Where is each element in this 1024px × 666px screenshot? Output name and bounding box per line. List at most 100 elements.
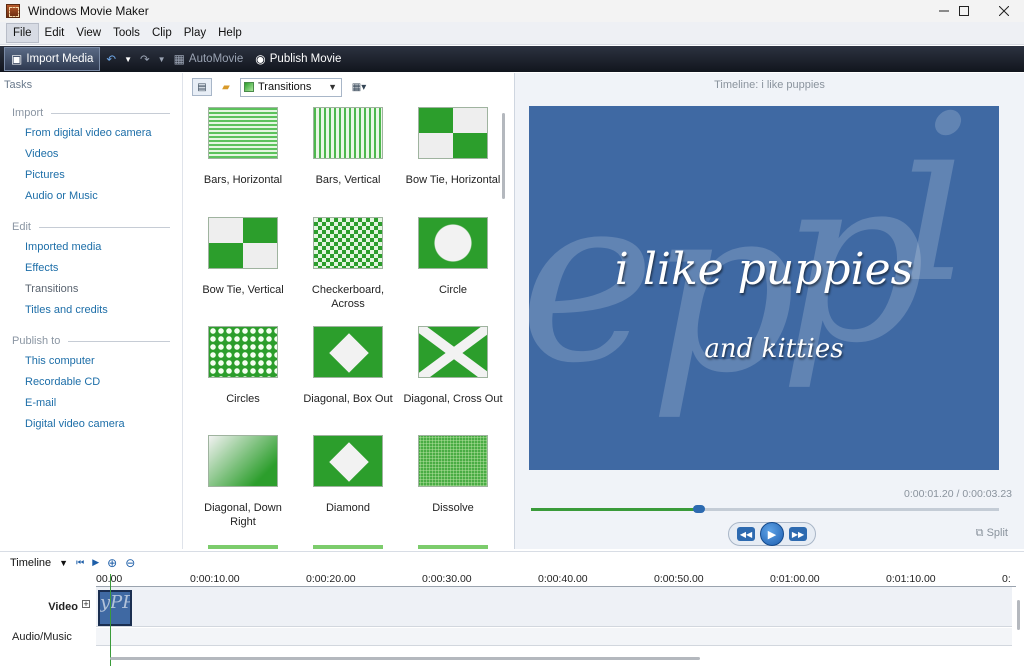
split-label: Split [986,527,1008,539]
time-readout: 0:00:01.20 / 0:00:03.23 [903,488,1012,500]
transition-tile[interactable]: Diamond [295,435,401,515]
transition-label: Dissolve [432,502,474,514]
transition-label: Circles [226,393,260,405]
shape [329,333,369,373]
import-icon: ▣ [11,52,23,66]
divider [38,226,170,228]
chevron-down-icon[interactable]: ▼ [59,558,68,568]
timeline-vertical-scrollbar[interactable] [1017,600,1020,630]
play-button[interactable]: ▶ [760,522,784,546]
transition-tile[interactable]: Bars, Vertical [295,107,401,187]
transition-tile[interactable]: Checkerboard, Across [295,217,401,311]
transition-tile[interactable]: Circles [190,326,296,406]
rewind-timeline-icon[interactable]: ⏮ [76,557,84,568]
details-view-button[interactable]: ▤ [192,78,212,96]
transition-thumbnail [313,435,383,487]
tasks-pane: Tasks Import From digital video camera V… [0,73,183,549]
maximize-button[interactable] [944,0,984,22]
menu-tools[interactable]: Tools [107,24,146,42]
publish-movie-button[interactable]: ◉ Publish Movie [249,47,347,71]
task-titles-credits[interactable]: Titles and credits [25,300,182,321]
menu-edit[interactable]: Edit [39,24,71,42]
playback-controls: ◀◀ ▶ ▶▶ [728,522,816,546]
expand-icon[interactable]: + [82,600,90,609]
import-media-button[interactable]: ▣ Import Media [4,47,101,71]
transition-thumbnail [418,326,488,378]
transition-thumbnail [313,217,383,269]
section-import: Import [12,107,182,119]
timeline-label[interactable]: Timeline [10,557,51,569]
transition-label: Bow Tie, Horizontal [405,174,501,186]
gallery-scrollbar[interactable] [502,113,505,199]
transition-thumbnail [313,326,383,378]
task-audio-music[interactable]: Audio or Music [25,186,182,207]
view-options-button[interactable]: ▦▾ [346,78,372,96]
automovie-button[interactable]: ▦ AutoMovie [168,47,250,71]
ruler-tick: 0: [1002,573,1011,585]
split-button[interactable]: ⧉ Split [976,527,1008,540]
undo-dropdown[interactable]: ▼ [122,47,134,71]
next-frame-button[interactable]: ▶▶ [789,527,807,541]
timeline-scrollbar[interactable] [110,657,700,660]
divider [68,340,170,342]
close-button[interactable] [984,0,1024,22]
menu-help[interactable]: Help [212,24,248,42]
transition-tile[interactable]: Bow Tie, Vertical [190,217,296,297]
redo-button[interactable]: ↷ [134,47,156,71]
title-bar: Windows Movie Maker [0,0,1024,22]
menu-file[interactable]: File [6,23,39,43]
folder-button[interactable]: ▰ [216,78,236,96]
video-track[interactable]: yPP [96,587,1012,627]
transition-tile-partial[interactable] [313,545,383,549]
task-effects[interactable]: Effects [25,258,182,279]
undo-button[interactable]: ↶ [100,47,122,71]
transition-tile-partial[interactable] [208,545,278,549]
task-imported-media[interactable]: Imported media [25,237,182,258]
transition-label: Diamond [325,502,371,514]
task-recordable-cd[interactable]: Recordable CD [25,372,182,393]
previous-frame-button[interactable]: ◀◀ [737,527,755,541]
playhead[interactable] [110,574,111,666]
transition-tile[interactable]: Circle [400,217,506,297]
preview-title: Timeline: i like puppies [714,79,825,91]
zoom-in-icon[interactable]: ⊕ [107,556,117,570]
shape [329,442,369,482]
timeline-ruler[interactable]: 00.00 0:00:10.00 0:00:20.00 0:00:30.00 0… [96,573,1016,587]
menu-bar: File Edit View Tools Clip Play Help [0,22,1024,45]
seek-bar[interactable] [531,505,999,513]
task-pictures[interactable]: Pictures [25,165,182,186]
transition-tile[interactable]: Diagonal, Cross Out [400,326,506,406]
rewind-icon: ◀◀ [739,529,753,539]
task-videos[interactable]: Videos [25,144,182,165]
menu-view[interactable]: View [70,24,107,42]
transition-label: Circle [438,284,468,296]
collection-select[interactable]: Transitions ▼ [240,77,342,97]
ruler-tick: 0:00:40.00 [538,573,588,585]
transition-tile-partial[interactable] [418,545,488,549]
task-dv-camera[interactable]: Digital video camera [25,414,182,435]
video-clip[interactable]: yPP [98,590,132,626]
task-email[interactable]: E-mail [25,393,182,414]
seek-thumb[interactable] [693,505,706,513]
task-transitions[interactable]: Transitions [25,279,182,300]
transition-thumbnail [418,435,488,487]
shape [419,327,487,377]
section-publish-title: Publish to [12,335,61,347]
task-this-computer[interactable]: This computer [25,351,182,372]
menu-clip[interactable]: Clip [146,24,178,42]
audio-track[interactable] [96,628,1012,646]
task-from-camera[interactable]: From digital video camera [25,123,182,144]
play-timeline-icon[interactable]: ▶ [92,557,99,568]
transition-tile[interactable]: Diagonal, Down Right [190,435,296,529]
transition-tile[interactable]: Bars, Horizontal [190,107,296,187]
zoom-out-icon[interactable]: ⊖ [125,556,135,570]
transition-tile[interactable]: Bow Tie, Horizontal [400,107,506,187]
menu-play[interactable]: Play [178,24,212,42]
audio-track-label: Audio/Music [12,631,72,643]
video-preview[interactable]: e p p i i like puppies and kitties [529,106,999,470]
timeline-tracks: Video + Audio/Music yPP [0,587,1024,666]
transition-tile[interactable]: Dissolve [400,435,506,515]
transition-thumbnail [208,435,278,487]
transition-tile[interactable]: Diagonal, Box Out [295,326,401,406]
redo-dropdown[interactable]: ▼ [156,47,168,71]
